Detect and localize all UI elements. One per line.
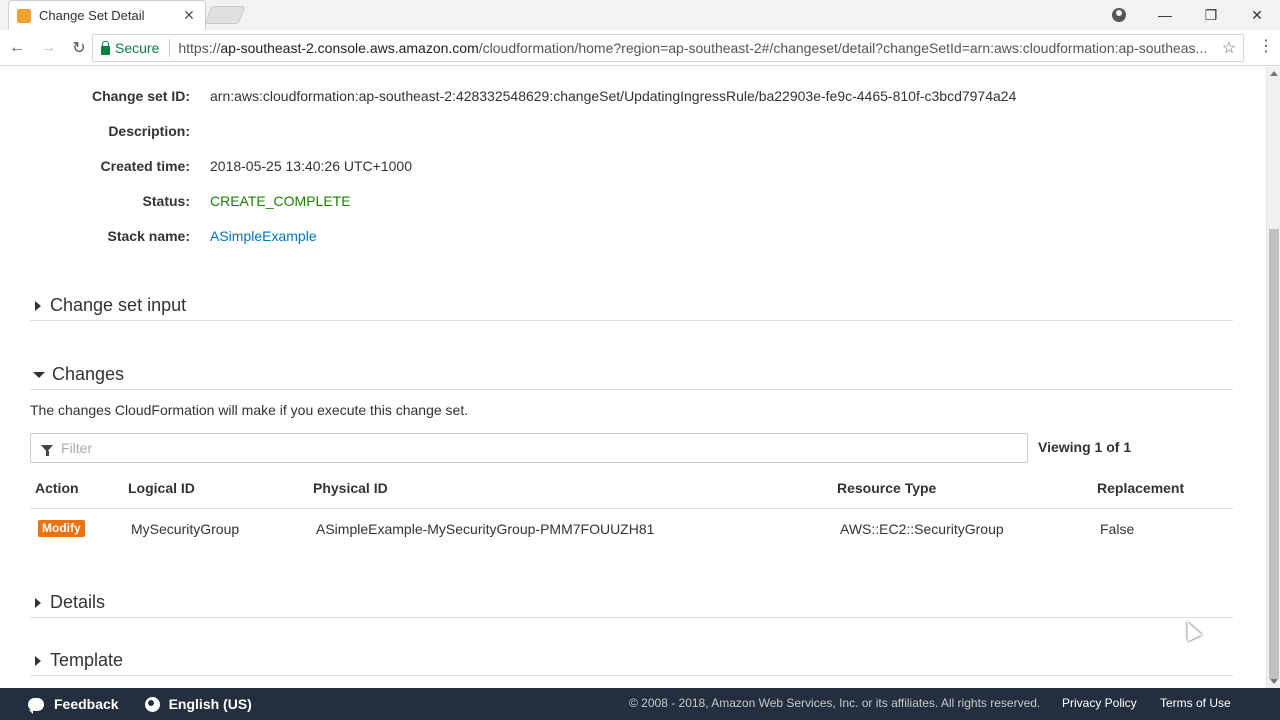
changes-description: The changes CloudFormation will make if … bbox=[30, 402, 469, 418]
status-row: Status: CREATE_COMPLETE bbox=[0, 191, 1260, 211]
scroll-thumb[interactable] bbox=[1269, 229, 1279, 679]
browser-tab-bar: Change Set Detail ✕ — ❐ ✕ bbox=[0, 0, 1280, 30]
globe-icon bbox=[144, 696, 160, 712]
bookmark-star-icon[interactable]: ☆ bbox=[1215, 38, 1243, 58]
table-row[interactable]: Modify MySecurityGroup ASimpleExample-My… bbox=[30, 509, 1233, 547]
console-footer: Feedback English (US) © 2008 - 2018, Ama… bbox=[0, 688, 1280, 720]
lock-icon bbox=[101, 40, 110, 55]
column-header-resource-type[interactable]: Resource Type bbox=[837, 480, 936, 496]
action-badge: Modify bbox=[38, 520, 85, 537]
url-path: /cloudformation/home?region=ap-southeast… bbox=[478, 40, 1208, 56]
caret-down-icon bbox=[33, 371, 45, 378]
status-label: Status: bbox=[142, 193, 190, 209]
profile-icon bbox=[1112, 8, 1126, 22]
back-button[interactable]: ← bbox=[3, 34, 31, 62]
language-selector[interactable]: English (US) bbox=[144, 696, 252, 712]
terms-of-use-link[interactable]: Terms of Use bbox=[1160, 696, 1231, 710]
scroll-down-icon[interactable] bbox=[1270, 679, 1278, 684]
stack-name-row: Stack name: ASimpleExample bbox=[0, 226, 1260, 246]
language-label: English (US) bbox=[168, 696, 252, 712]
column-header-logical-id[interactable]: Logical ID bbox=[128, 480, 195, 496]
filter-input[interactable] bbox=[61, 435, 1027, 461]
minimize-button[interactable]: — bbox=[1142, 0, 1188, 30]
changes-title: Changes bbox=[52, 364, 125, 384]
page-scrollbar[interactable] bbox=[1266, 67, 1280, 688]
stack-name-link[interactable]: ASimpleExample bbox=[210, 226, 317, 246]
minimize-icon: — bbox=[1158, 7, 1172, 23]
caret-right-icon bbox=[35, 300, 41, 311]
column-header-replacement[interactable]: Replacement bbox=[1097, 480, 1184, 496]
feedback-label: Feedback bbox=[54, 696, 119, 712]
created-time-label: Created time: bbox=[100, 158, 190, 174]
resource-type-cell: AWS::EC2::SecurityGroup bbox=[840, 521, 1004, 537]
reload-icon: ↻ bbox=[72, 39, 86, 57]
address-bar[interactable]: Secure https://ap-southeast-2.console.aw… bbox=[92, 34, 1244, 62]
details-section-toggle[interactable]: Details bbox=[30, 588, 1233, 618]
viewing-count: Viewing 1 of 1 bbox=[1038, 439, 1132, 455]
stack-name-label: Stack name: bbox=[107, 228, 190, 244]
browser-tab[interactable]: Change Set Detail ✕ bbox=[8, 0, 206, 30]
status-value: CREATE_COMPLETE bbox=[210, 193, 351, 209]
forward-button[interactable]: → bbox=[34, 34, 62, 62]
physical-id-cell: ASimpleExample-MySecurityGroup-PMM7FOUUZ… bbox=[316, 521, 655, 537]
replacement-cell: False bbox=[1100, 521, 1135, 537]
description-row: Description: bbox=[0, 121, 1260, 141]
change-set-id-row: Change set ID: arn:aws:cloudformation:ap… bbox=[0, 86, 1260, 106]
new-tab-button[interactable] bbox=[204, 6, 246, 24]
page-content: Change set ID: arn:aws:cloudformation:ap… bbox=[0, 67, 1266, 688]
description-label: Description: bbox=[108, 123, 190, 139]
restore-button[interactable]: ❐ bbox=[1188, 0, 1234, 30]
close-icon: ✕ bbox=[1251, 6, 1263, 23]
logical-id-cell: MySecurityGroup bbox=[131, 521, 240, 537]
table-header: Action Logical ID Physical ID Resource T… bbox=[30, 475, 1233, 509]
changes-table: Action Logical ID Physical ID Resource T… bbox=[30, 475, 1233, 547]
filter-box bbox=[30, 433, 1028, 463]
change-set-id-label: Change set ID: bbox=[91, 88, 190, 104]
aws-favicon-icon bbox=[17, 8, 31, 23]
caret-right-icon bbox=[35, 655, 41, 666]
tab-title: Change Set Detail bbox=[39, 8, 145, 23]
browser-menu-icon[interactable]: ⋮ bbox=[1258, 39, 1274, 55]
url-scheme: https:// bbox=[178, 40, 221, 56]
details-title: Details bbox=[50, 592, 106, 612]
column-header-action[interactable]: Action bbox=[35, 480, 79, 496]
template-section-toggle[interactable]: Template bbox=[30, 646, 1233, 676]
created-time-value: 2018-05-25 13:40:26 UTC+1000 bbox=[210, 158, 412, 174]
arrow-right-icon: → bbox=[40, 38, 56, 56]
reload-button[interactable]: ↻ bbox=[65, 34, 93, 62]
url-text[interactable]: https://ap-southeast-2.console.aws.amazo… bbox=[178, 40, 1215, 56]
window-controls: — ❐ ✕ bbox=[1096, 0, 1280, 30]
filter-icon bbox=[41, 444, 53, 456]
tab-close-icon[interactable]: ✕ bbox=[181, 7, 197, 24]
feedback-button[interactable]: Feedback bbox=[28, 696, 119, 714]
secure-label: Secure bbox=[115, 40, 160, 56]
caret-right-icon bbox=[35, 597, 41, 608]
profile-button[interactable] bbox=[1096, 0, 1142, 30]
url-host: ap-southeast-2.console.aws.amazon.com bbox=[220, 40, 479, 56]
restore-icon: ❐ bbox=[1204, 6, 1218, 23]
change-set-input-section-toggle[interactable]: Change set input bbox=[30, 291, 1233, 321]
change-set-input-title: Change set input bbox=[50, 295, 187, 315]
template-title: Template bbox=[50, 650, 124, 670]
privacy-policy-link[interactable]: Privacy Policy bbox=[1062, 696, 1137, 710]
browser-toolbar: ← → ↻ Secure https://ap-southeast-2.cons… bbox=[0, 30, 1280, 66]
arrow-left-icon: ← bbox=[9, 38, 25, 56]
chat-bubble-icon bbox=[28, 697, 44, 714]
omnibox-divider bbox=[169, 39, 171, 57]
column-header-physical-id[interactable]: Physical ID bbox=[313, 480, 388, 496]
close-window-button[interactable]: ✕ bbox=[1234, 0, 1280, 30]
scroll-up-icon[interactable] bbox=[1270, 71, 1278, 76]
created-time-row: Created time: 2018-05-25 13:40:26 UTC+10… bbox=[0, 156, 1260, 176]
copyright-text: © 2008 - 2018, Amazon Web Services, Inc.… bbox=[629, 696, 1041, 710]
change-set-id-value: arn:aws:cloudformation:ap-southeast-2:42… bbox=[210, 88, 1017, 104]
changes-section-toggle[interactable]: Changes bbox=[30, 360, 1233, 390]
